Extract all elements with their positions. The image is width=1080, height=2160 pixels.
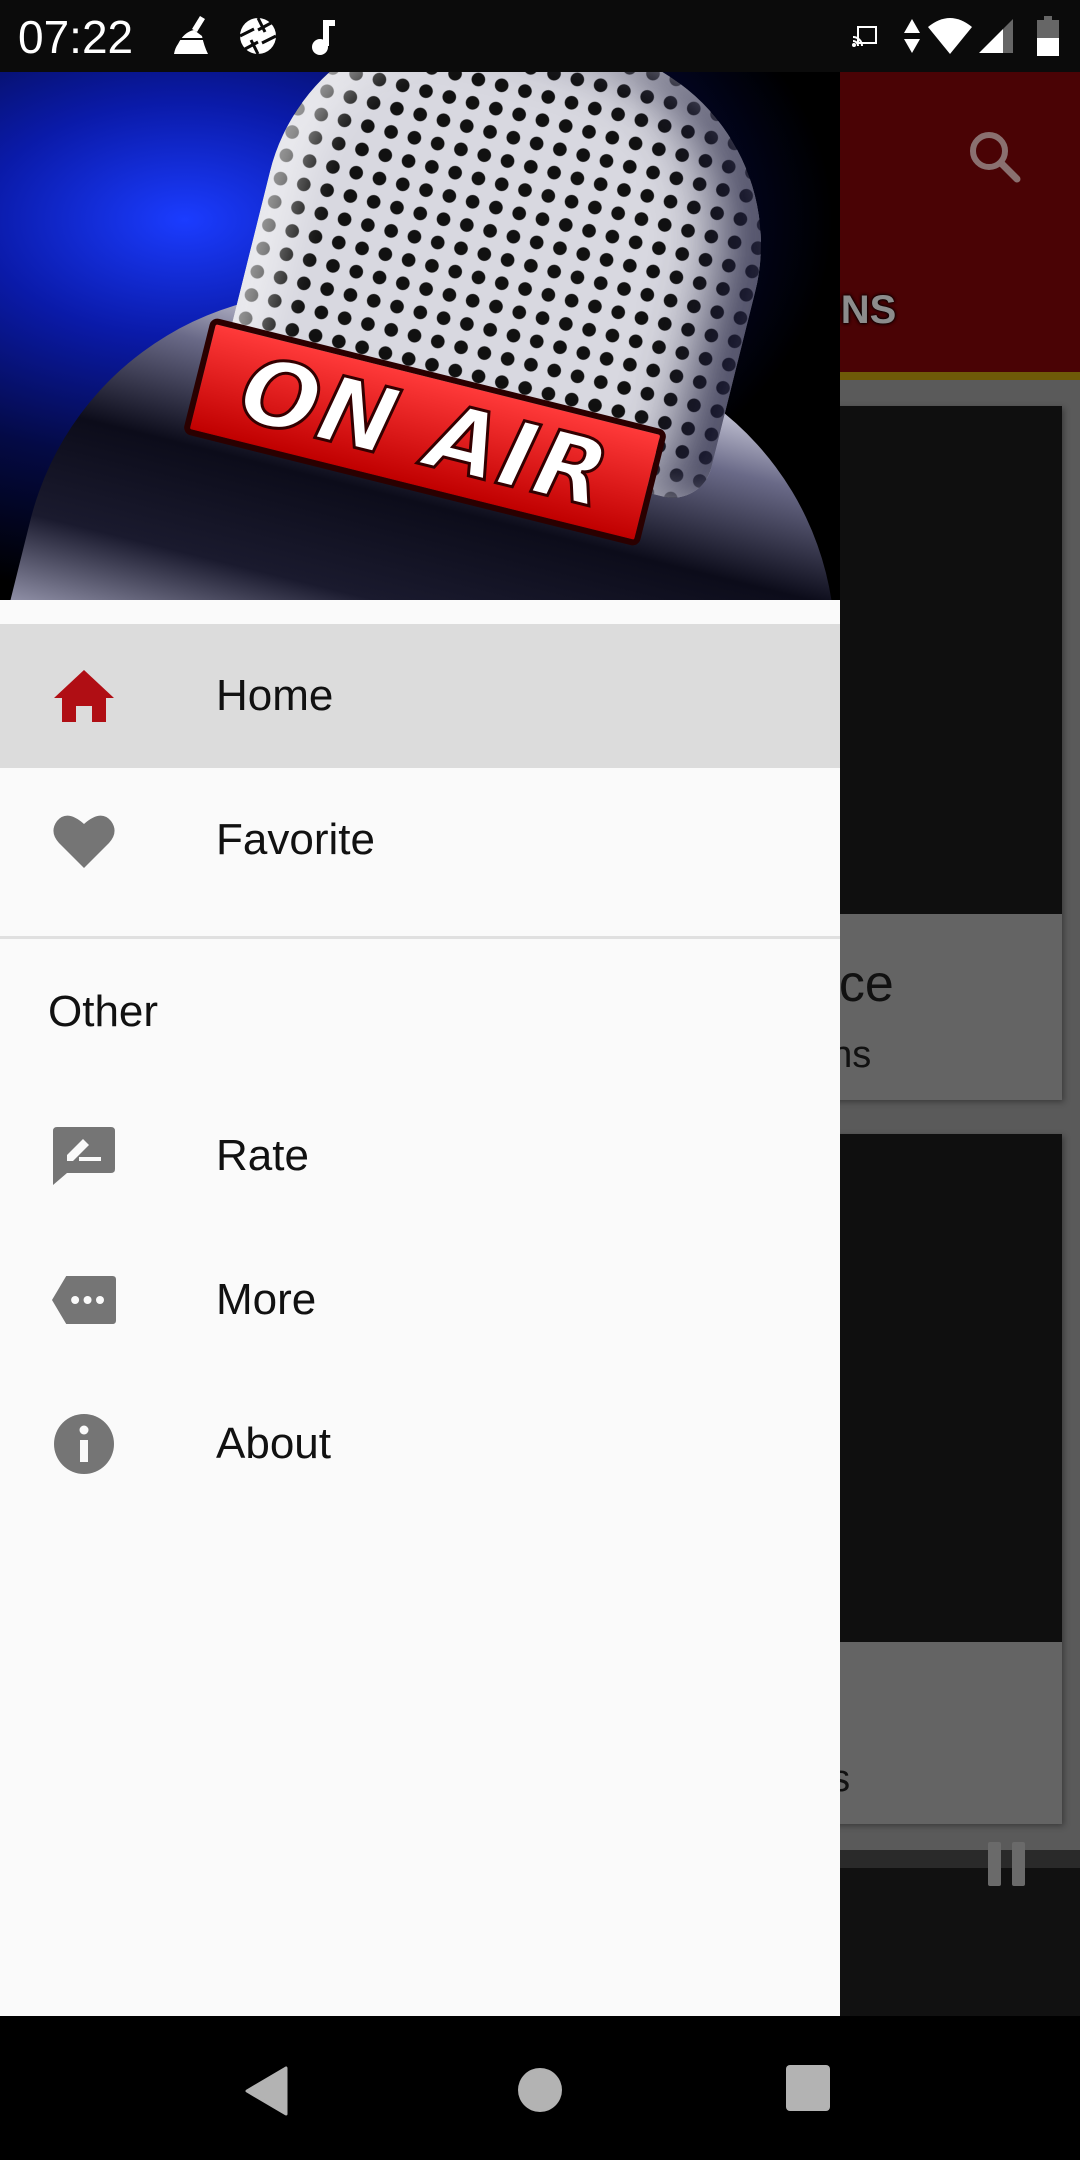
rate-review-icon — [52, 1124, 116, 1188]
wifi-icon — [926, 14, 974, 58]
navigation-drawer: ON AIR Home Favorite Other Rate More Abo… — [0, 72, 840, 2016]
recents-button[interactable] — [786, 2065, 830, 2111]
drawer-header-image: ON AIR — [0, 72, 840, 600]
home-icon — [52, 664, 116, 728]
music-note-icon — [306, 14, 342, 58]
drawer-item-about[interactable]: About — [0, 1372, 840, 1516]
cell-signal-icon — [978, 14, 1014, 58]
drawer-item-label: Favorite — [216, 815, 375, 864]
section-title-other: Other — [48, 987, 159, 1036]
camera-aperture-icon — [236, 14, 280, 58]
pause-icon — [988, 1842, 1001, 1886]
drawer-item-label: Rate — [216, 1131, 309, 1180]
info-icon — [52, 1412, 116, 1476]
cast-icon — [850, 14, 880, 58]
back-button[interactable] — [244, 2066, 288, 2121]
cleaner-broom-icon — [168, 14, 216, 58]
more-tag-icon — [52, 1268, 116, 1332]
battery-icon — [1036, 14, 1060, 58]
system-nav-bar — [0, 2016, 1080, 2160]
search-icon — [970, 132, 1021, 183]
drawer-item-rate[interactable]: Rate — [0, 1084, 840, 1228]
drawer-item-label: About — [216, 1419, 331, 1468]
heart-icon — [52, 808, 116, 872]
home-nav-button[interactable] — [518, 2068, 562, 2112]
status-time: 07:22 — [18, 11, 134, 63]
data-arrows-icon — [900, 14, 924, 58]
search-button[interactable] — [965, 127, 1025, 187]
drawer-item-home[interactable]: Home — [0, 624, 840, 768]
drawer-item-label: More — [216, 1275, 317, 1324]
drawer-item-label: Home — [216, 671, 334, 720]
back-icon — [245, 2066, 288, 2116]
drawer-item-more[interactable]: More — [0, 1228, 840, 1372]
pause-button[interactable] — [988, 1842, 1028, 1886]
drawer-item-favorite[interactable]: Favorite — [0, 768, 840, 912]
drawer-divider — [0, 936, 840, 939]
status-bar: 07:22 — [0, 0, 1080, 72]
